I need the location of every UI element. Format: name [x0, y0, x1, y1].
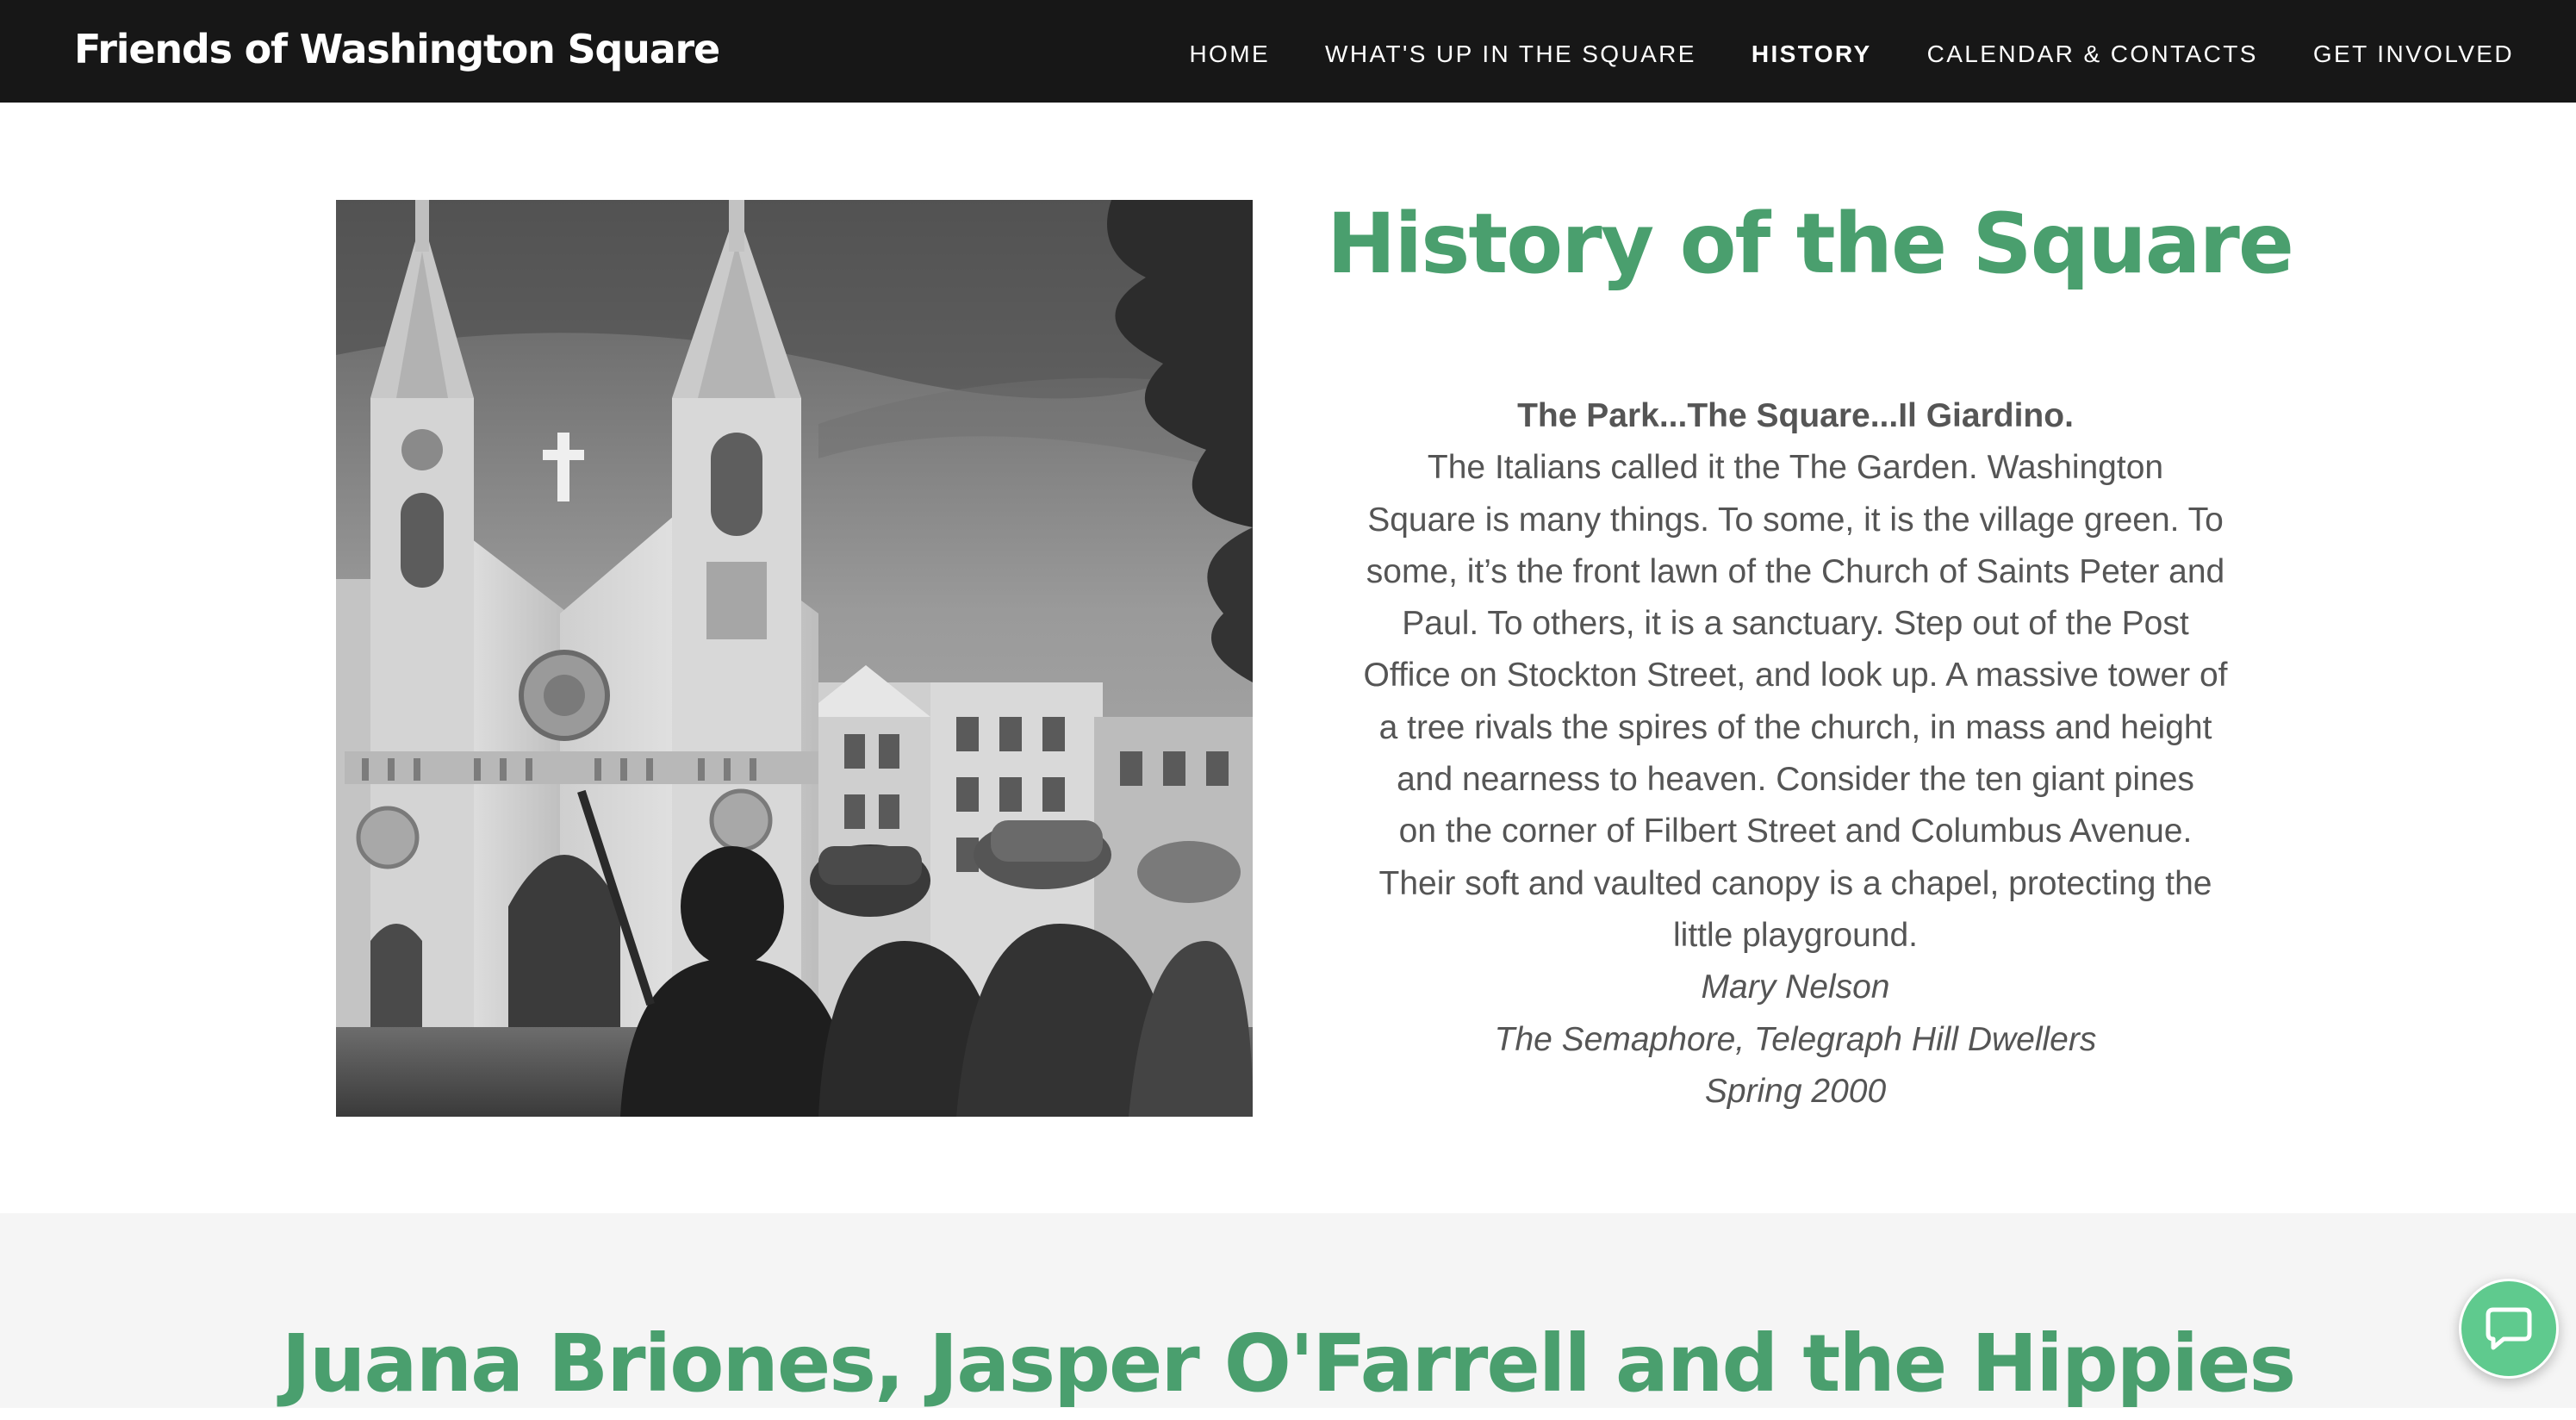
quote-line: and nearness to heaven. Consider the ten… — [1397, 761, 2194, 799]
history-quote: The Park...The Square...Il Giardino. The… — [1327, 390, 2264, 1118]
history-heading: History of the Square — [1327, 196, 2294, 292]
quote-line: Their soft and vaulted canopy is a chape… — [1378, 864, 2212, 902]
quote-date: Spring 2000 — [1704, 1072, 1887, 1110]
quote-publication: The Semaphore, Telegraph Hill Dwellers — [1494, 1020, 2097, 1058]
nav-history[interactable]: HISTORY — [1752, 40, 1872, 68]
chat-bubble-icon — [2481, 1299, 2536, 1359]
nav-get-involved[interactable]: GET INVOLVED — [2313, 40, 2514, 68]
quote-line: a tree rivals the spires of the church, … — [1378, 708, 2212, 746]
quote-line: on the corner of Filbert Street and Colu… — [1398, 813, 2193, 850]
quote-heading: The Park...The Square...Il Giardino. — [1517, 397, 2074, 434]
nav-calendar-contacts[interactable]: CALENDAR & CONTACTS — [1927, 40, 2258, 68]
quote-line: Office on Stockton Street, and look up. … — [1363, 657, 2228, 694]
quote-line: little playground. — [1672, 916, 1918, 954]
main-nav: HOME WHAT'S UP IN THE SQUARE HISTORY CAL… — [1189, 0, 2514, 109]
quote-author: Mary Nelson — [1701, 968, 1890, 1006]
section-heading: Juana Briones, Jasper O'Farrell and the … — [281, 1317, 2296, 1410]
quote-line: The Italians called it the The Garden. W… — [1427, 449, 2164, 487]
chat-button[interactable] — [2459, 1279, 2559, 1379]
nav-whats-up[interactable]: WHAT'S UP IN THE SQUARE — [1325, 40, 1696, 68]
quote-line: Paul. To others, it is a sanctuary. Step… — [1402, 605, 2189, 643]
nav-home[interactable]: HOME — [1189, 40, 1270, 68]
site-title-link[interactable]: Friends of Washington Square — [74, 19, 720, 79]
hippies-section: Juana Briones, Jasper O'Farrell and the … — [0, 1213, 2576, 1410]
site-header: Friends of Washington Square HOME WHAT'S… — [0, 0, 2576, 103]
quote-line: Square is many things. To some, it is th… — [1367, 501, 2224, 539]
quote-line: some, it’s the front lawn of the Church … — [1366, 552, 2225, 590]
church-photo — [336, 200, 1253, 1117]
